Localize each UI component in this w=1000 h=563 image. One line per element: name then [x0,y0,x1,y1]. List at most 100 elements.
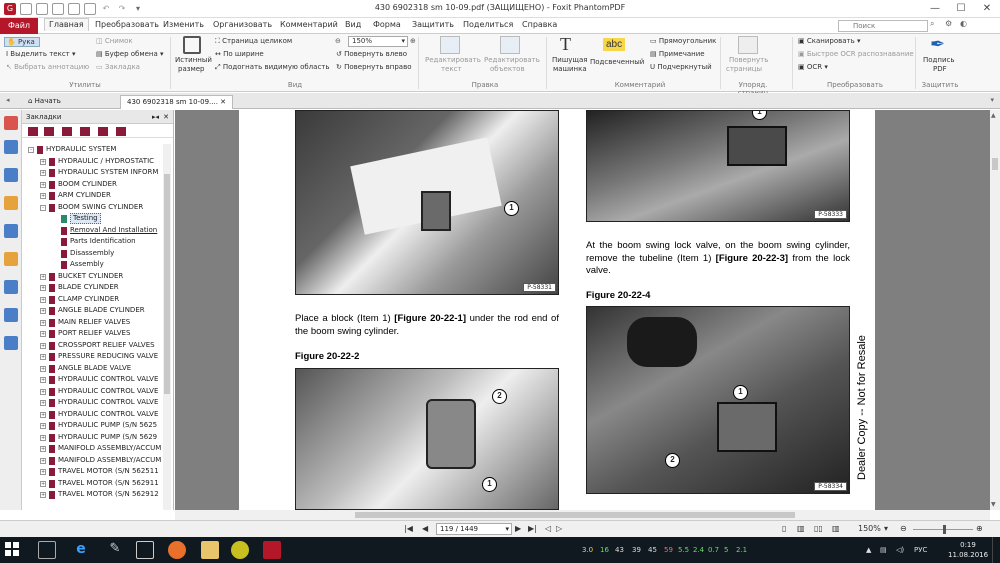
clock[interactable]: 0:19 11.08.2016 [948,540,988,560]
tool-icon[interactable]: ✎ [106,541,124,559]
expand-bookmark-icon[interactable] [44,127,54,136]
expand-icon[interactable]: + [40,423,46,429]
zoom-select[interactable]: 150% ▾ [348,36,408,47]
media-icon[interactable] [231,541,249,559]
rectangle-button[interactable]: ▭ Прямоугольник [650,37,716,45]
expand-icon[interactable]: + [40,319,46,326]
rotate-pages-label-2[interactable]: страницы [726,65,762,73]
bookmark-item[interactable]: + ARM CYLINDER [22,190,162,202]
bookmark-item[interactable]: Assembly [22,259,162,271]
start-icon[interactable] [4,541,24,559]
calculator-icon[interactable] [136,541,154,559]
snapshot-button[interactable]: ◫ Снимок [96,37,133,45]
expand-icon[interactable]: + [40,457,46,464]
bookmark-item[interactable]: - HYDRAULIC SYSTEM [22,144,162,156]
expand-icon[interactable]: + [40,377,46,383]
volume-icon[interactable]: ◁) [896,546,904,554]
next-view-icon[interactable]: ▷ [556,524,562,533]
bookmark-item[interactable]: Testing [22,213,162,225]
expand-icon[interactable]: + [40,181,46,188]
collapse-icon[interactable]: - [40,204,46,211]
bookmark-item[interactable]: + HYDRAULIC CONTROL VALVE [22,397,162,409]
foxit-icon[interactable] [263,541,281,559]
edit-text-label-2[interactable]: текст [441,65,462,73]
tab-view[interactable]: Вид [345,20,361,29]
hand-tool-button[interactable]: ✋ Рука [4,37,40,47]
collapse-icon[interactable]: - [28,147,34,153]
collapse-bookmark-icon[interactable] [62,127,72,136]
bookmark-button[interactable]: ▭ Закладка [96,63,140,71]
rotate-left-button[interactable]: ↺ Повернуть влево [336,50,407,58]
minimize-icon[interactable]: — [922,0,948,18]
continuous-page-icon[interactable]: ▥ [797,524,805,533]
select-annot-button[interactable]: ↖ Выбрать аннотацию [6,63,89,71]
fit-page-button[interactable]: ⛶ Страница целиком [215,37,292,46]
zoom-level[interactable]: 150% [858,524,881,533]
comments-panel-icon[interactable] [4,196,18,210]
expand-icon[interactable]: + [40,469,46,475]
expand-icon[interactable]: + [40,158,46,165]
close-panel-icon[interactable]: ✕ [163,113,169,121]
language-indicator[interactable]: РУС [914,546,927,554]
expand-icon[interactable]: + [40,342,46,349]
prev-page-icon[interactable]: ◀ [422,524,428,533]
ocr-button[interactable]: ▣ OCR ▾ [798,63,828,71]
bookmark-item[interactable]: + ANGLE BLADE VALVE [22,363,162,375]
bookmark-item[interactable]: + HYDRAULIC CONTROL VALVE [22,374,162,386]
figure-reference-link[interactable]: [Figure 20-22-1] [394,313,466,324]
scroll-thumb[interactable] [992,158,998,170]
prev-view-icon[interactable]: ◁ [545,524,551,533]
show-desktop-button[interactable] [992,537,1000,563]
expand-icon[interactable]: + [40,285,46,291]
bookmark-item[interactable]: - BOOM SWING CYLINDER [22,202,162,214]
scroll-thumb[interactable] [355,512,795,518]
bookmark-item[interactable]: + HYDRAULIC PUMP (S/N 5629 [22,432,162,444]
search-input[interactable]: Поиск [838,20,928,32]
user-icon[interactable]: ◐ [960,19,967,28]
pages-panel-icon[interactable] [4,140,18,154]
scan-button[interactable]: ▣ Сканировать ▾ [798,37,860,45]
bookmark-item[interactable]: + HYDRAULIC PUMP (S/N 5625 [22,420,162,432]
edit-object-label-2[interactable]: объектов [490,65,525,73]
attachments-panel-icon[interactable] [4,224,18,238]
tab-share[interactable]: Поделиться [463,20,513,29]
tab-comment[interactable]: Комментарий [280,20,338,29]
tab-form[interactable]: Форма [373,20,401,29]
zoom-select-icon[interactable]: ▾ [884,524,888,533]
zoom-out-icon[interactable]: ⊖ [900,524,907,533]
options-bookmark-icon[interactable] [116,127,126,136]
tab-start[interactable]: ⌂ Начать [22,95,67,109]
delete-bookmark-icon[interactable] [98,127,108,136]
settings-icon[interactable]: ⚙ [945,19,952,28]
find-bookmark-icon[interactable] [80,127,90,136]
zoom-slider-thumb[interactable] [943,525,946,534]
bookmark-item[interactable]: + CLAMP CYLINDER [22,294,162,306]
expand-icon[interactable]: + [40,273,46,280]
bookmark-item[interactable]: + TRAVEL MOTOR (S/N 562911 [22,478,162,490]
security-panel-icon[interactable] [4,252,18,266]
tab-home[interactable]: Главная [44,18,89,31]
single-page-icon[interactable]: ▯ [782,524,786,533]
bookmark-item[interactable]: + HYDRAULIC CONTROL VALVE [22,386,162,398]
close-icon[interactable]: ✕ [974,0,1000,18]
zoom-in-icon[interactable]: ⊕ [976,524,983,533]
continuous-facing-icon[interactable]: ▥ [832,524,840,533]
expand-icon[interactable]: + [40,446,46,452]
sign-pdf-icon[interactable]: ✒ [930,34,945,55]
tab-file[interactable]: Файл [0,18,38,34]
first-page-icon[interactable]: |◀ [404,524,413,533]
expand-icon[interactable]: + [40,365,46,372]
clipboard-button[interactable]: ▤ Буфер обмена ▾ [96,50,164,58]
bookmark-item[interactable]: + BUCKET CYLINDER [22,271,162,283]
next-page-icon[interactable]: ▶ [515,524,521,533]
bookmark-item[interactable]: Disassembly [22,248,162,260]
typewriter-label-2[interactable]: машинка [553,65,587,73]
expand-icon[interactable]: + [40,308,46,314]
scroll-thumb[interactable] [164,174,170,394]
bookmark-item[interactable]: + MANIFOLD ASSEMBLY/ACCUM [22,443,162,455]
underline-button[interactable]: U Подчеркнутый [650,63,712,71]
sign-pdf-label-2[interactable]: PDF [933,65,947,73]
bookmarks-scrollbar[interactable] [163,144,171,510]
facing-page-icon[interactable]: ▯▯ [814,524,823,533]
expand-icon[interactable]: + [40,296,46,303]
